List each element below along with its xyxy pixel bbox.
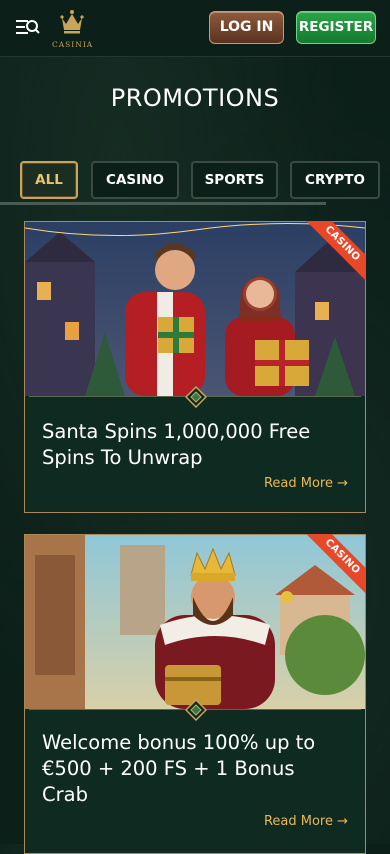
casino-badge: CASINO: [306, 534, 366, 594]
tab-all[interactable]: ALL: [20, 161, 78, 199]
diamond-ornament-icon: [184, 698, 208, 722]
tabs-scrollbar[interactable]: [0, 202, 326, 205]
tab-crypto[interactable]: CRYPTO: [290, 161, 380, 199]
promotion-title: Santa Spins 1,000,000 Free Spins To Unwr…: [42, 420, 311, 469]
page-title: PROMOTIONS: [110, 84, 280, 112]
register-button[interactable]: REGISTER: [296, 11, 376, 44]
promotion-title: Welcome bonus 100% up to €500 + 200 FS +…: [42, 731, 316, 806]
tab-sports[interactable]: SPORTS: [191, 161, 278, 199]
crown-logo-icon: [60, 10, 84, 34]
read-more-link[interactable]: Read More →: [264, 814, 348, 829]
casinia-logo[interactable]: CASINIA: [52, 8, 92, 50]
promotion-card[interactable]: CASINO Welcome bonus 100% up to €500 + 2…: [24, 534, 366, 854]
menu-search-icon[interactable]: [16, 16, 40, 38]
promotion-card[interactable]: CASINO Santa Spins 1,000,000 Free Spins …: [24, 221, 366, 513]
top-header: CASINIA LOG IN REGISTER: [0, 0, 390, 57]
read-more-link[interactable]: Read More →: [264, 476, 348, 491]
logo-text: CASINIA: [52, 40, 94, 49]
casino-badge: CASINO: [306, 221, 366, 281]
tab-casino[interactable]: CASINO: [91, 161, 179, 199]
login-button[interactable]: LOG IN: [209, 11, 284, 44]
casino-badge-label: CASINO: [306, 221, 366, 281]
promotion-filter-tabs: ALL CASINO SPORTS CRYPTO: [20, 161, 390, 199]
casino-badge-label: CASINO: [306, 534, 366, 594]
diamond-ornament-icon: [184, 385, 208, 409]
